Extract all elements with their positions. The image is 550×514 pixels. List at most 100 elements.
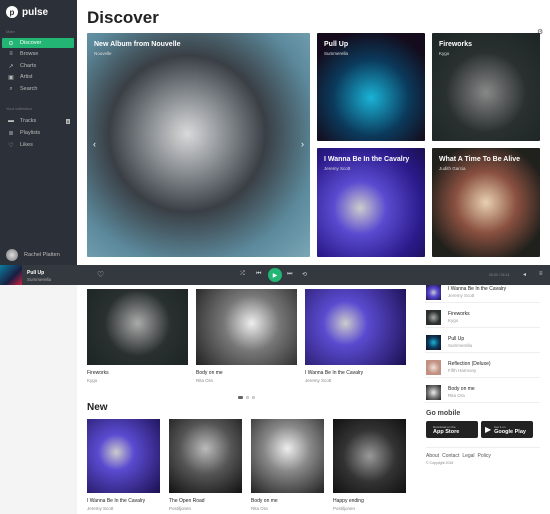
track-title[interactable]: The Open Road [169,498,205,504]
label: Tracks [20,118,37,124]
dot[interactable] [238,396,243,399]
sidebar-item-playlists[interactable]: ≣ Playlists [2,128,74,138]
new-art[interactable] [251,419,324,493]
thumbnail [426,385,441,400]
label: Browse [20,51,39,57]
compass-icon: ⊙ [8,40,14,47]
list-item[interactable]: Fireworks Kygo [425,309,540,328]
label: Charts [20,63,37,69]
dot[interactable] [246,396,249,399]
label: App Store [433,428,460,435]
featured-card[interactable]: New Album from Nouvelle Nouvelle ‹ › [87,33,310,257]
footer-link-legal[interactable]: Legal [462,453,474,459]
footer-link-contact[interactable]: Contact [442,453,459,459]
new-art[interactable] [87,419,160,493]
grid-card[interactable]: I Wanna Be In the Cavalry Jeremy Scott [317,148,425,257]
sidebar-item-charts[interactable]: ↗ Charts [2,61,74,71]
title: Body on me [448,386,475,392]
google-play-button[interactable]: ▶ Get it on Google Play [481,421,533,438]
track-title[interactable]: Happy ending [333,498,364,504]
artist-icon: ▣ [8,74,14,81]
track-title[interactable]: Body on me [196,370,223,376]
grid-card[interactable]: Pull Up Summerella [317,33,425,141]
artist: Jeremy Scott [448,293,475,298]
heart-icon[interactable]: ♡ [97,270,104,279]
next-arrow-icon[interactable]: › [301,139,304,149]
grid-card[interactable]: Fireworks Kygo [432,33,540,141]
carousel-art[interactable] [305,289,406,365]
thumbnail [426,335,441,350]
artist: Rita Ora [448,393,465,398]
label: Playlists [20,130,41,136]
sidebar-item-likes[interactable]: ♡ Likes [2,140,74,150]
prev-arrow-icon[interactable]: ‹ [93,139,96,149]
grid-card[interactable]: What A Time To Be Alive Judith Garcia [432,148,540,257]
featured-title: New Album from Nouvelle [94,41,181,48]
next-icon[interactable]: ⏭ [287,271,292,278]
title: What A Time To Be Alive [439,156,521,163]
carousel-art[interactable] [196,289,297,365]
sidebar-item-search[interactable]: ⌕ Search [2,84,74,94]
artist: Kygo [448,318,459,323]
section-heading: Go mobile [426,410,461,417]
label: Likes [20,142,33,148]
track-title[interactable]: Body on me [251,498,278,504]
sidebar-item-browse[interactable]: ≡ Browse [2,49,74,59]
app-store-button[interactable]: Download on the App Store [426,421,478,438]
list-item[interactable]: I Wanna Be In the Cavalry Jeremy Scott [425,284,540,303]
copyright: © Copyright 2016 [426,461,454,465]
section-heading: New [87,402,108,413]
sidebar-item-tracks[interactable]: ▬ Tracks 8 [2,116,74,126]
logo[interactable]: p pulse [6,6,48,18]
subtitle: Judith Garcia [439,166,466,171]
previous-icon[interactable]: ⏮ [256,271,261,278]
list-item[interactable]: Pull Up Summerella [425,334,540,353]
queue-icon[interactable]: ≡ [539,271,543,277]
track-artist[interactable]: Rita Ora [251,506,268,511]
list-item[interactable]: Reflection (Deluxe) Fifth Harmony [425,359,540,378]
now-playing-artist: Summerella [27,277,52,282]
dot[interactable] [252,396,255,399]
play-button[interactable]: ▶ [268,268,282,282]
footer-link-policy[interactable]: Policy [478,453,491,459]
track-artist[interactable]: Postiljonen [333,506,355,511]
title: Fireworks [439,41,473,48]
title: I Wanna Be In the Cavalry [324,156,410,163]
subtitle: Kygo [439,51,450,56]
volume-icon[interactable]: ◂ [523,271,526,278]
user-profile[interactable]: Rachel Platten [6,249,60,261]
shuffle-icon[interactable]: ⤮ [240,271,245,278]
title: Fireworks [448,311,470,317]
track-artist[interactable]: Kygo [87,378,97,383]
title: Pull Up [448,336,465,342]
thumbnail [426,285,441,300]
footer-link-about[interactable]: About [426,453,439,459]
repeat-icon[interactable]: ⟲ [302,271,307,278]
track-artist[interactable]: Jeremy Scott [305,378,331,383]
thumbnail [426,310,441,325]
track-title[interactable]: I Wanna Be In the Cavalry [87,498,145,504]
new-art[interactable] [333,419,406,493]
featured-subtitle: Nouvelle [94,51,112,56]
track-title[interactable]: Fireworks [87,370,109,376]
title: Reflection (Deluxe) [448,361,491,367]
trending-icon: ↗ [8,63,14,70]
sidebar-item-discover[interactable]: ⊙ Discover [2,38,74,48]
new-art[interactable] [169,419,242,493]
track-artist[interactable]: Postiljonen [169,506,191,511]
label: Google Play [494,428,526,435]
track-title[interactable]: I Wanna Be In the Cavalry [305,370,363,376]
avatar [6,249,18,261]
carousel-art[interactable] [87,289,188,365]
sidebar-item-artist[interactable]: ▣ Artist [2,72,74,82]
label-small: Download on the [433,424,456,429]
track-artist[interactable]: Jeremy Scott [87,506,113,511]
list-icon: ≡ [9,51,13,57]
sidebar: p pulse Main ⊙ Discover ≡ Browse ↗ Charts ▣ A… [0,0,77,265]
time-display: 00:00 / 04:14 [489,273,510,277]
player-bar: Pull Up Summerella ♡ ⤮ ⏮ ▶ ⏭ ⟲ 00:00 / 0… [0,265,550,285]
list-item[interactable]: Body on me Rita Ora [425,384,540,403]
label: Artist [20,74,33,80]
track-artist[interactable]: Rita Ora [196,378,213,383]
play-store-icon: ▶ [485,425,492,434]
